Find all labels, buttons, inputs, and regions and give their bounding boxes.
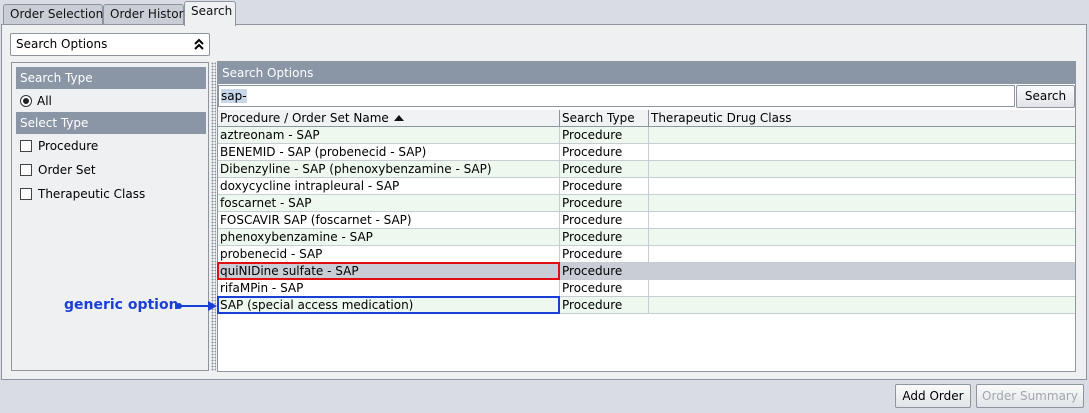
cell-name: aztreonam - SAP [218,127,560,143]
checkbox-label: Order Set [38,163,96,177]
search-input[interactable]: sap- [218,85,1015,107]
checkbox-icon [20,164,32,176]
checkbox-icon [20,140,32,152]
search-button[interactable]: Search [1016,85,1075,108]
table-row[interactable]: BENEMID - SAP (probenecid - SAP) Procedu… [218,144,1075,161]
panel-splitter[interactable] [211,62,216,371]
table-row[interactable]: doxycycline intrapleural - SAP Procedure [218,178,1075,195]
cell-search-type: Procedure [560,212,649,228]
table-row[interactable]: FOSCAVIR SAP (foscarnet - SAP) Procedure [218,212,1075,229]
results-panel: Search Options sap- Search Procedure / O… [217,61,1076,372]
tab-search[interactable]: Search [184,1,236,26]
therapeutic-class-checkbox[interactable]: Therapeutic Class [20,185,145,203]
cell-name: probenecid - SAP [218,246,560,262]
table-row[interactable]: phenoxybenzamine - SAP Procedure [218,229,1075,246]
sort-ascending-icon [393,115,404,121]
table-row[interactable]: rifaMPin - SAP Procedure [218,280,1075,297]
cell-drug-class [649,297,1075,313]
column-header-name[interactable]: Procedure / Order Set Name [218,110,560,127]
cell-name: FOSCAVIR SAP (foscarnet - SAP) [218,212,560,228]
filter-panel: Search Type All Select Type Procedure Or… [11,62,209,371]
tab-order-history[interactable]: Order History [103,4,191,25]
cell-search-type: Procedure [560,161,649,177]
cell-drug-class [649,144,1075,160]
search-options-dropdown[interactable]: Search Options [10,33,210,56]
tab-order-selection[interactable]: Order Selection [3,4,103,25]
annotation-label: generic option [64,297,179,313]
table-row[interactable]: foscarnet - SAP Procedure [218,195,1075,212]
checkbox-label: Procedure [38,139,99,153]
order-summary-button[interactable]: Order Summary [976,384,1084,408]
cell-drug-class [649,195,1075,211]
radio-label: All [37,94,52,108]
cell-search-type: Procedure [560,229,649,245]
column-header-search-type[interactable]: Search Type [560,110,649,127]
cell-search-type: Procedure [560,127,649,143]
cell-name: Dibenzyline - SAP (phenoxybenzamine - SA… [218,161,560,177]
table-row[interactable]: aztreonam - SAP Procedure [218,127,1075,144]
cell-search-type: Procedure [560,280,649,296]
cell-search-type: Procedure [560,178,649,194]
arrow-right-icon [176,301,217,311]
table-row[interactable]: probenecid - SAP Procedure [218,246,1075,263]
tab-bar: Order Selection Order History Search [0,0,1089,26]
cell-drug-class [649,246,1075,262]
blue-highlight-box [217,296,560,314]
cell-drug-class [649,229,1075,245]
search-type-header: Search Type [16,67,206,89]
cell-drug-class [649,161,1075,177]
cell-name: rifaMPin - SAP [218,280,560,296]
column-header-drug-class[interactable]: Therapeutic Drug Class [649,110,1075,127]
results-panel-header: Search Options [218,62,1075,84]
cell-drug-class [649,127,1075,143]
select-type-header: Select Type [16,112,206,134]
cell-search-type: Procedure [560,263,649,279]
search-input-value: sap- [221,89,247,103]
radio-selected-icon [20,95,32,107]
procedure-checkbox[interactable]: Procedure [20,137,98,155]
red-highlight-box [217,262,560,280]
search-options-dropdown-value: Search Options [16,37,108,51]
cell-drug-class [649,280,1075,296]
order-set-checkbox[interactable]: Order Set [20,161,96,179]
add-order-button[interactable]: Add Order [895,384,971,408]
cell-search-type: Procedure [560,195,649,211]
cell-name: phenoxybenzamine - SAP [218,229,560,245]
cell-drug-class [649,178,1075,194]
cell-drug-class [649,212,1075,228]
cell-name: doxycycline intrapleural - SAP [218,178,560,194]
checkbox-label: Therapeutic Class [38,187,146,201]
cell-search-type: Procedure [560,246,649,262]
search-type-all-radio[interactable]: All [20,92,52,110]
cell-search-type: Procedure [560,297,649,313]
cell-drug-class [649,263,1075,279]
cell-name: foscarnet - SAP [218,195,560,211]
double-chevron-up-icon [194,38,204,50]
cell-search-type: Procedure [560,144,649,160]
table-row[interactable]: Dibenzyline - SAP (phenoxybenzamine - SA… [218,161,1075,178]
cell-name: BENEMID - SAP (probenecid - SAP) [218,144,560,160]
table-header: Procedure / Order Set Name Search Type T… [218,110,1075,127]
checkbox-icon [20,188,32,200]
